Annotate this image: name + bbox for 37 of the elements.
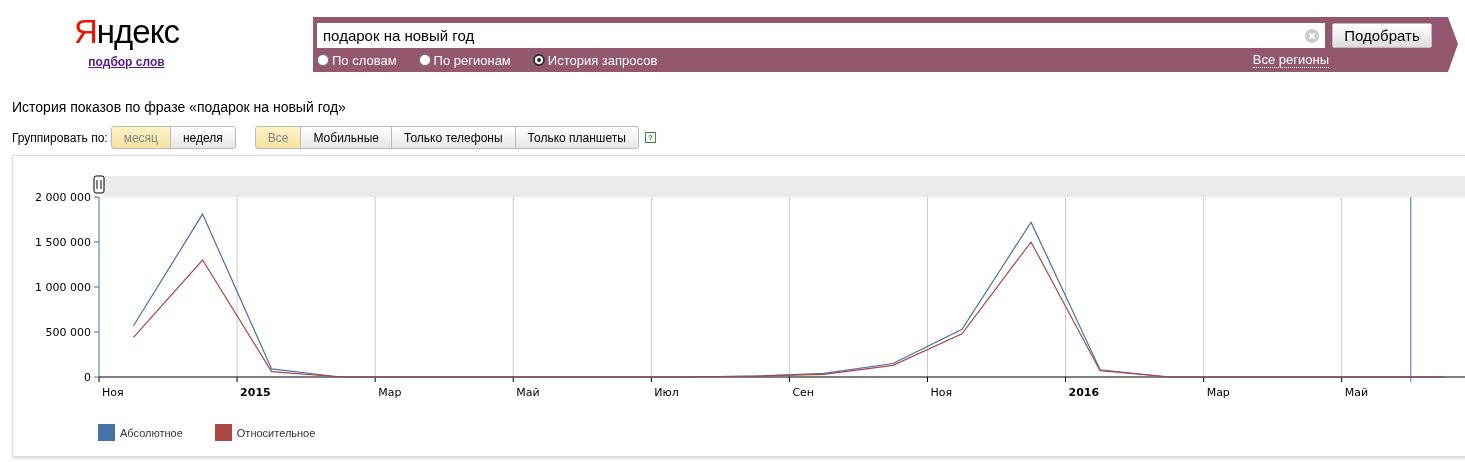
mode-label: По регионам: [433, 52, 511, 68]
y-tick-label: 2 000 000: [35, 191, 91, 204]
x-tick-label: 2016: [1068, 386, 1100, 399]
x-tick-label: Июл: [654, 386, 679, 399]
mode-label: По словам: [332, 52, 397, 68]
x-tick-label: Мар: [378, 386, 402, 399]
legend-item[interactable]: Относительное: [214, 424, 316, 441]
device-button[interactable]: Только телефоны: [391, 126, 516, 149]
region-link[interactable]: Все регионы: [1252, 52, 1329, 68]
x-tick-label: Май: [516, 386, 540, 399]
x-tick-label: Мар: [1206, 386, 1230, 399]
yandex-logo: Яндекс: [74, 13, 179, 51]
legend-item[interactable]: Абсолютное: [98, 424, 183, 441]
help-icon[interactable]: ?: [644, 132, 656, 143]
mode-radio[interactable]: По словам: [317, 52, 397, 68]
x-tick-label: Ноя: [102, 386, 124, 399]
subtitle-link[interactable]: подбор слов: [88, 55, 165, 69]
y-tick-label: 500 000: [45, 326, 91, 339]
device-button[interactable]: Только планшеты: [514, 126, 639, 149]
x-tick-label: Май: [1344, 386, 1369, 399]
x-tick-label: 2015: [240, 386, 271, 399]
group-label: Группировать по:: [12, 130, 108, 145]
device-button[interactable]: Мобильные: [300, 126, 393, 149]
x-tick-label: Сен: [792, 386, 815, 399]
page-heading: История показов по фразе «подарок на новый год»: [12, 99, 347, 115]
group-button[interactable]: неделя: [169, 126, 236, 149]
x-tick-label: Ноя: [930, 386, 953, 399]
radio-dot[interactable]: [418, 54, 431, 66]
mode-radio[interactable]: По регионам: [418, 52, 511, 68]
navigator-handle[interactable]: [93, 175, 105, 194]
radio-dot[interactable]: [532, 54, 545, 66]
y-tick-label: 1 500 000: [35, 236, 91, 249]
search-field[interactable]: подарок на новый год: [317, 23, 1325, 48]
submit-button[interactable]: Подобрать: [1332, 23, 1432, 48]
y-tick-label: 0: [84, 371, 91, 384]
y-tick-label: 1 000 000: [35, 281, 91, 294]
radio-dot[interactable]: [317, 54, 329, 66]
